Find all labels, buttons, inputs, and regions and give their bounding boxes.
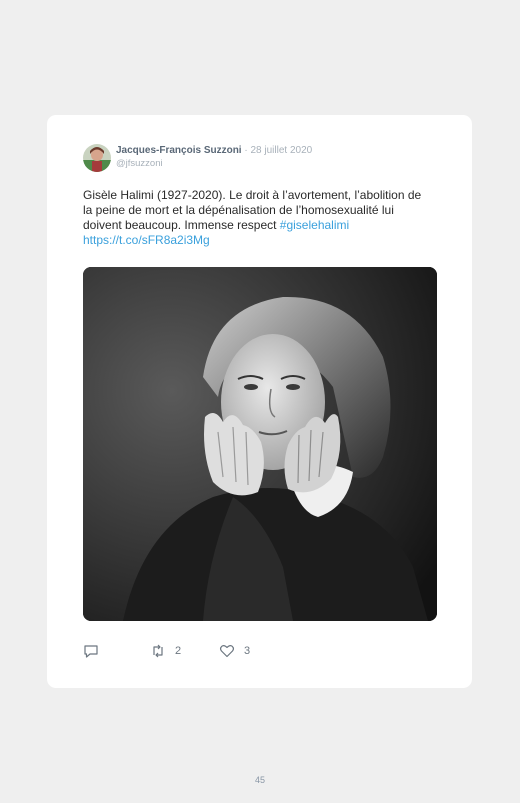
url-link[interactable]: https://t.co/sFR8a2i3Mg (83, 233, 210, 247)
author-line: Jacques-François Suzzoni · 28 juillet 20… (116, 145, 312, 157)
retweet-count: 2 (175, 645, 182, 657)
reply-button[interactable] (83, 643, 99, 659)
reply-icon (84, 645, 98, 658)
tweet-actions: 2 3 (83, 643, 283, 659)
retweet-icon (153, 644, 163, 658)
tweet-card: Jacques-François Suzzoni · 28 juillet 20… (47, 115, 472, 688)
tweet-body: Gisèle Halimi (1927-2020). Le droit à l’… (83, 188, 422, 232)
like-button[interactable]: 3 (219, 643, 250, 659)
hashtag-link[interactable]: #giselehalimi (280, 218, 349, 232)
heart-icon (219, 645, 235, 658)
author-name[interactable]: Jacques-François Suzzoni (116, 145, 242, 156)
like-count: 3 (244, 645, 251, 657)
retweet-button[interactable]: 2 (150, 643, 181, 659)
tweet-photo[interactable] (83, 267, 437, 621)
author-handle[interactable]: @jfsuzzoni (116, 158, 163, 169)
tweet-date[interactable]: 28 juillet 2020 (250, 145, 312, 156)
page-number: 45 (254, 775, 265, 785)
tweet-text: Gisèle Halimi (1927-2020). Le droit à l’… (83, 188, 423, 248)
avatar[interactable] (83, 144, 111, 172)
